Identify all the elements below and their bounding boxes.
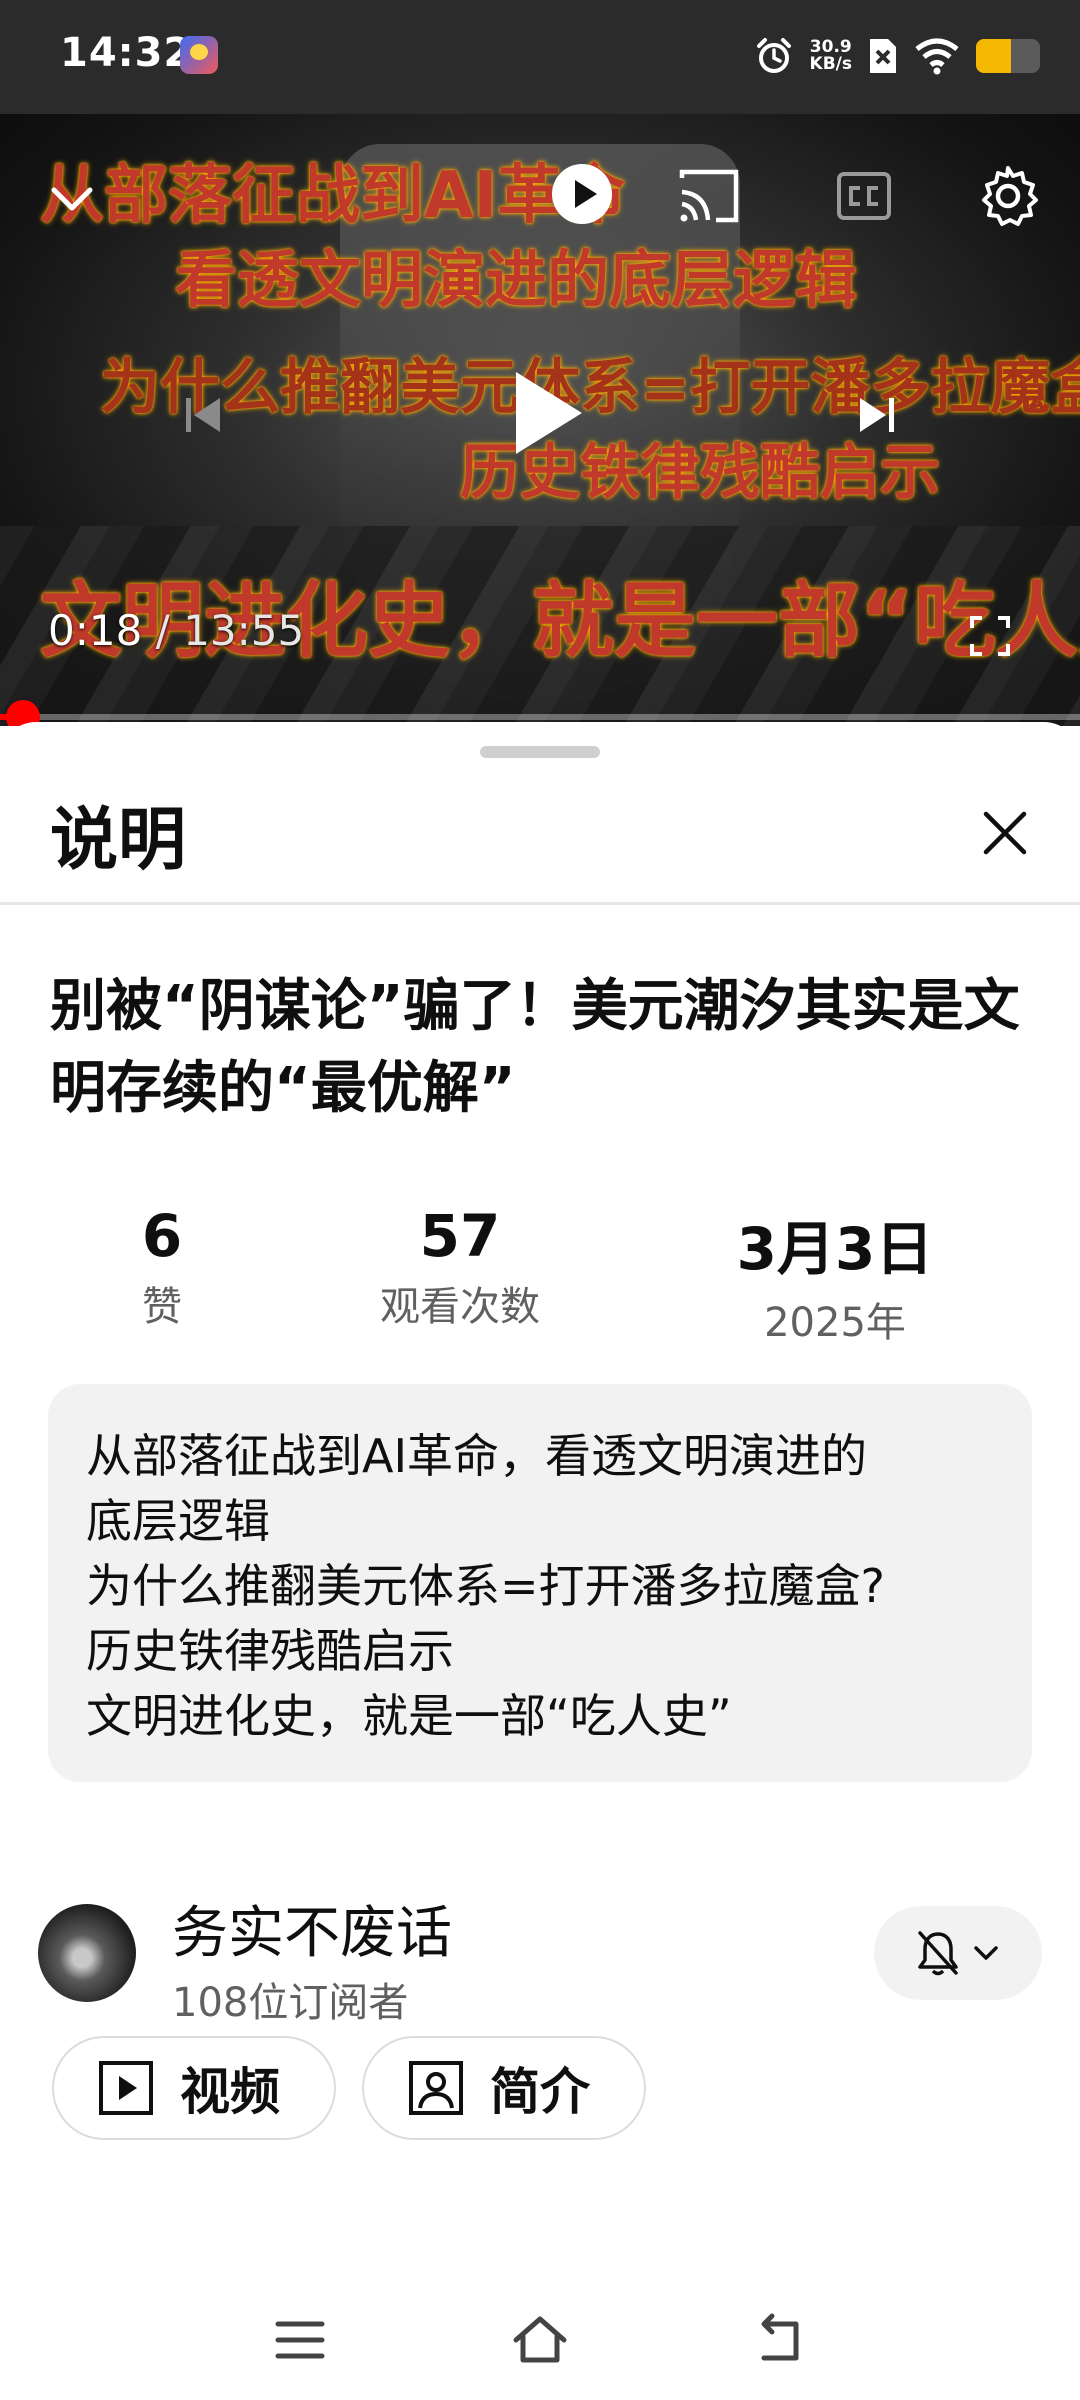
network-speed-unit: KB/s — [809, 54, 852, 74]
video-overlay-line: 为什么推翻美元体系=打开潘多拉魔盒? — [100, 353, 1080, 423]
description-line: 从部落征战到AI革命，看透文明演进的 — [86, 1429, 868, 1483]
wifi-icon — [915, 38, 959, 75]
video-play-icon — [99, 2061, 153, 2115]
chevron-down-icon — [974, 1946, 998, 1960]
description-line: 文明进化史，就是一部“吃人史” — [86, 1689, 732, 1743]
sheet-title: 说明 — [50, 801, 187, 880]
about-button[interactable]: 简介 — [362, 2036, 646, 2140]
app-notification-icon — [180, 36, 218, 74]
description-box[interactable]: 从部落征战到AI革命，看透文明演进的 底层逻辑 为什么推翻美元体系=打开潘多拉魔… — [48, 1384, 1032, 1782]
no-sim-icon — [870, 39, 896, 73]
video-player[interactable]: 从部落征战到AI革命 看透文明演进的底层逻辑 为什么推翻美元体系=打开潘多拉魔盒… — [0, 114, 1080, 726]
screen: 14:32 30.9 KB/s 从部落征战到AI革命 看透文明演进的底层逻辑 为… — [0, 0, 1080, 2400]
video-title: 别被“阴谋论”骗了！美元潮汐其实是文明存续的“最优解” — [50, 974, 1020, 1121]
collapse-icon[interactable] — [44, 170, 100, 226]
sheet-divider — [0, 902, 1080, 905]
stat-likes-label: 赞 — [142, 1284, 182, 1330]
stat-date-year: 2025年 — [764, 1300, 906, 1346]
video-time-total: 13:55 — [183, 606, 305, 655]
battery-level — [976, 39, 1012, 73]
video-time: 0:18 / 13:55 — [48, 606, 304, 655]
cast-icon[interactable] — [676, 166, 742, 226]
description-sheet: 说明 别被“阴谋论”骗了！美元潮汐其实是文明存续的“最优解” 6 赞 57 观看… — [0, 722, 1080, 2282]
autoplay-icon[interactable] — [548, 160, 616, 228]
stat-date-value: 3月3日 — [736, 1215, 934, 1283]
videos-button-label: 视频 — [180, 2063, 280, 2121]
stat-views-value: 57 — [419, 1202, 501, 1270]
description-line: 底层逻辑 — [86, 1494, 270, 1548]
channel-avatar[interactable] — [38, 1904, 136, 2002]
next-icon[interactable] — [854, 392, 900, 438]
description-line: 为什么推翻美元体系=打开潘多拉魔盒? — [86, 1559, 885, 1613]
close-icon[interactable] — [970, 798, 1040, 868]
captions-icon[interactable] — [836, 168, 892, 224]
video-overlay-line: 从部落征战到AI革命 — [40, 159, 626, 233]
stat-views: 57 观看次数 — [340, 1202, 580, 1332]
network-speed: 30.9 KB/s — [810, 39, 852, 73]
battery-icon — [976, 39, 1040, 73]
notification-settings-button[interactable] — [874, 1906, 1042, 2000]
description-line: 历史铁律残酷启示 — [86, 1624, 454, 1678]
back-icon[interactable] — [750, 2310, 810, 2370]
about-button-label: 简介 — [490, 2063, 590, 2121]
status-time: 14:32 — [60, 30, 193, 76]
play-icon[interactable] — [506, 368, 586, 458]
channel-name[interactable]: 务实不废话 — [172, 1888, 452, 1969]
system-nav-bar — [0, 2282, 1080, 2400]
previous-icon[interactable] — [180, 392, 226, 438]
video-time-current: 0:18 — [48, 606, 143, 655]
stat-views-label: 观看次数 — [380, 1284, 540, 1330]
home-icon[interactable] — [510, 2310, 570, 2370]
status-icons: 30.9 KB/s — [754, 30, 1040, 82]
status-bar: 14:32 30.9 KB/s — [0, 0, 1080, 114]
videos-button[interactable]: 视频 — [52, 2036, 336, 2140]
video-time-separator: / — [142, 606, 184, 655]
profile-icon — [409, 2061, 463, 2115]
channel-subscribers: 108位订阅者 — [172, 1980, 409, 2026]
stat-date: 3月3日 2025年 — [700, 1202, 970, 1348]
stat-likes: 6 赞 — [62, 1202, 262, 1332]
fullscreen-icon[interactable] — [968, 614, 1012, 658]
video-overlay-line: 看透文明演进的底层逻辑 — [175, 243, 858, 316]
alarm-icon — [756, 38, 791, 73]
sheet-drag-handle[interactable] — [480, 746, 600, 758]
video-progress-bar[interactable] — [0, 700, 1080, 726]
stat-likes-value: 6 — [141, 1202, 183, 1270]
bell-off-icon — [918, 1931, 958, 1976]
menu-icon[interactable] — [270, 2310, 330, 2370]
settings-icon[interactable] — [976, 164, 1040, 228]
